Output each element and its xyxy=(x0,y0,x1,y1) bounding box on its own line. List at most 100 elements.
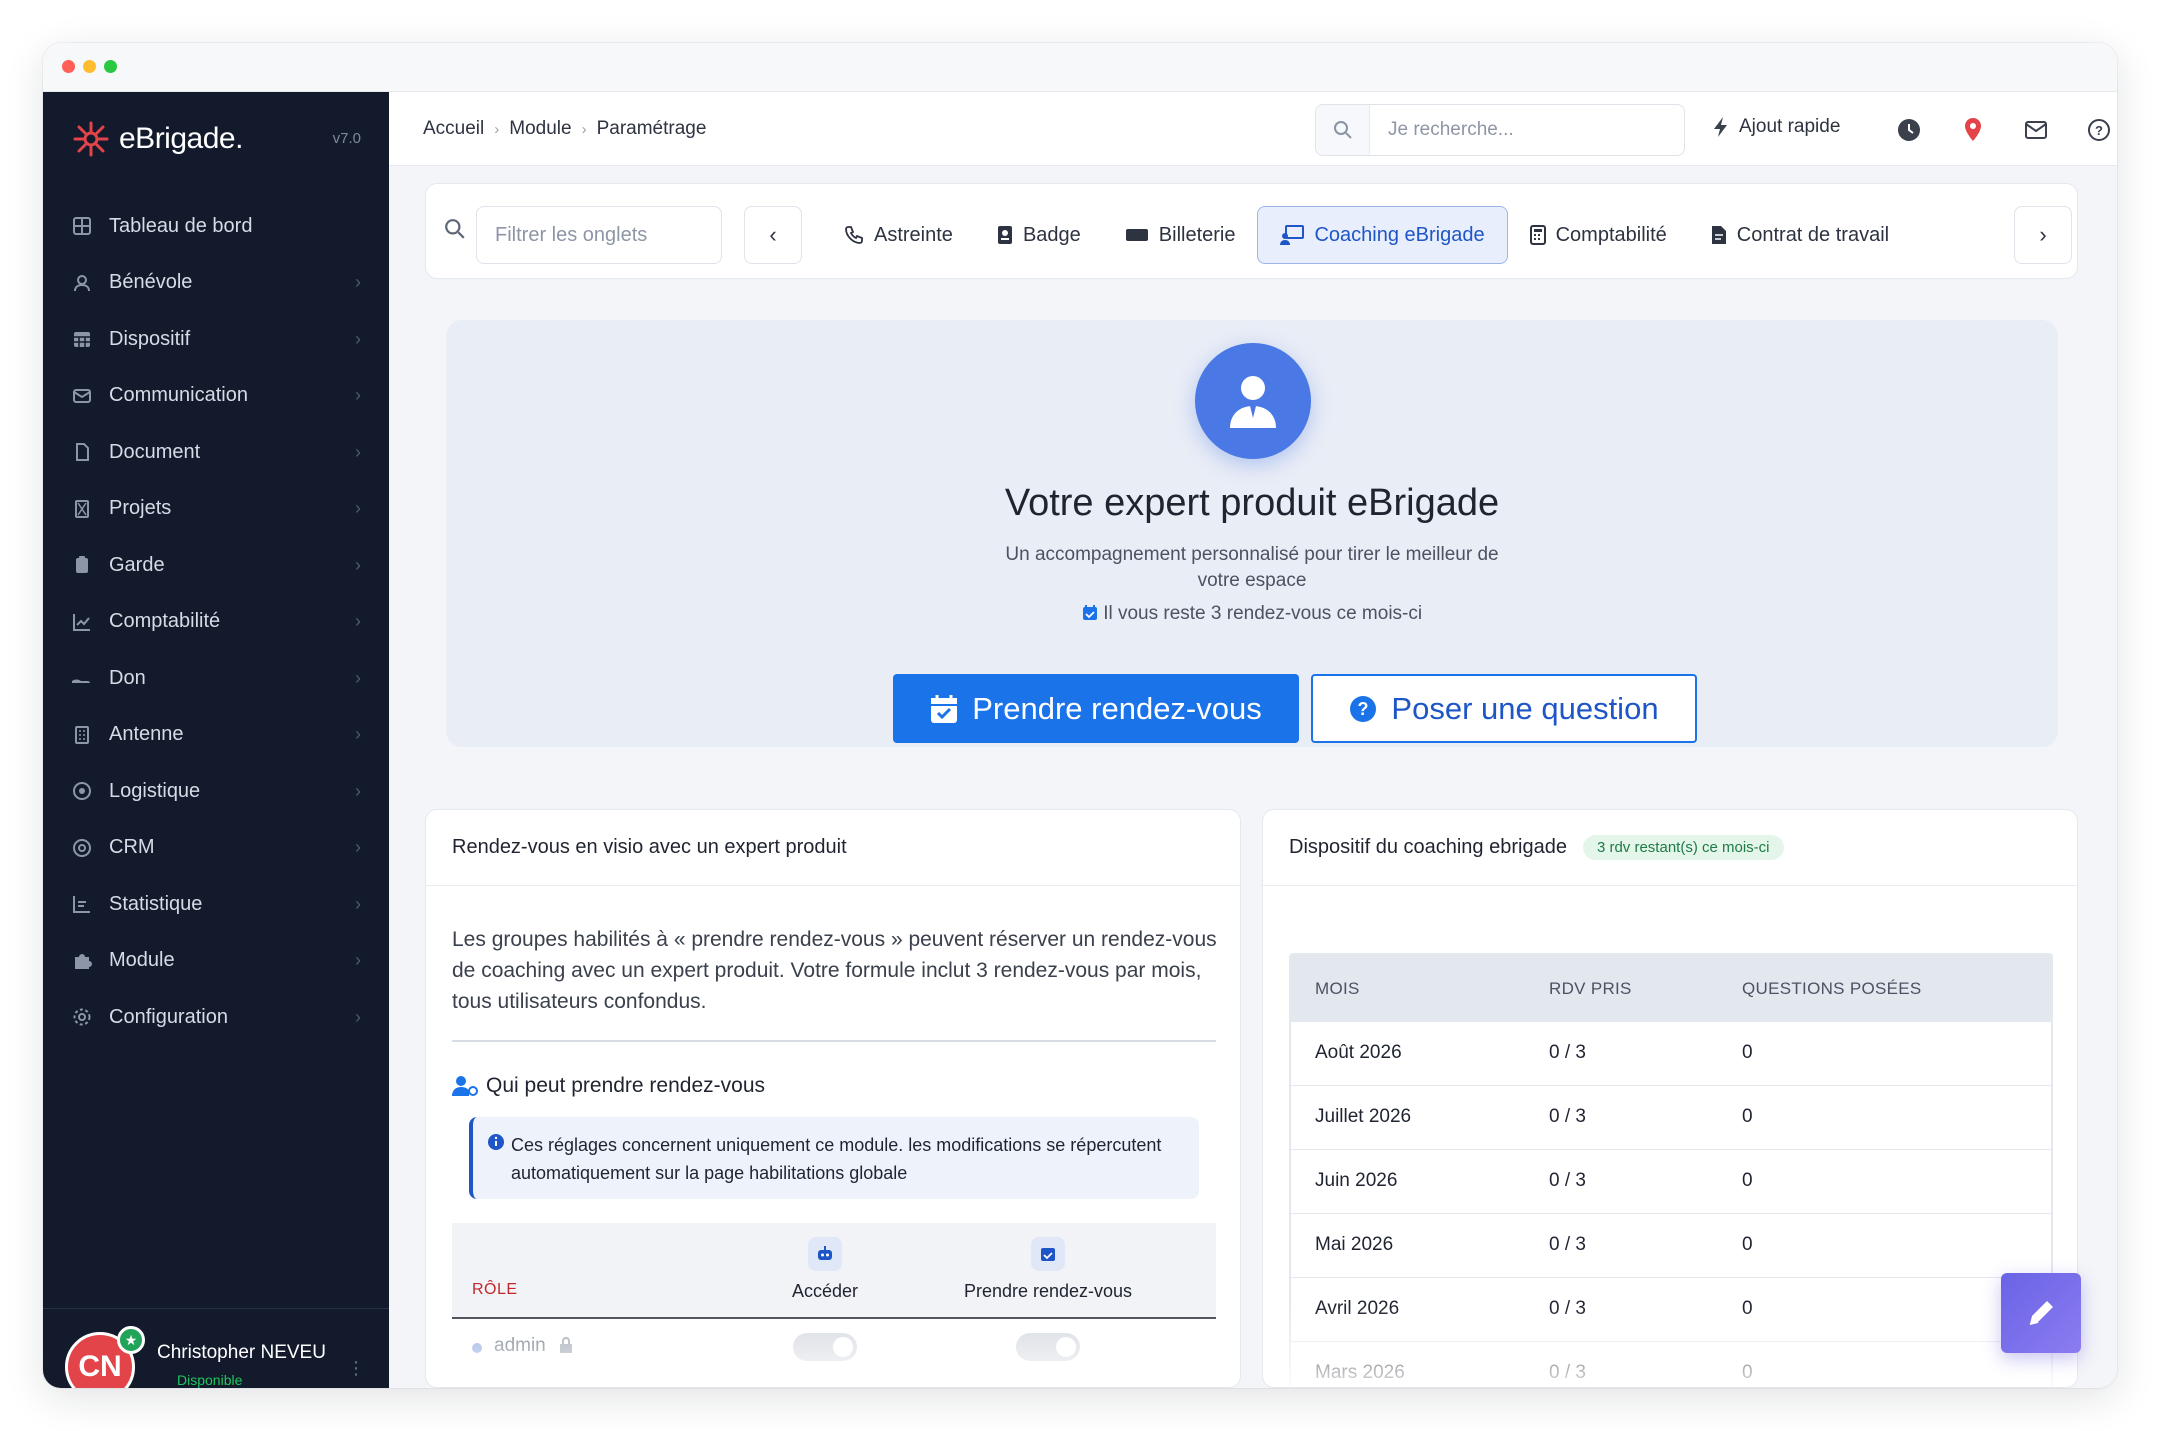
quick-add-button[interactable]: Ajout rapide xyxy=(1711,116,1840,138)
edit-fab-button[interactable] xyxy=(2001,1273,2081,1353)
chevron-right-icon: › xyxy=(2039,222,2047,247)
clock-icon[interactable] xyxy=(1895,116,1923,144)
sidebar-item-logistique[interactable]: Logistique › xyxy=(43,763,389,820)
tab-label: Coaching eBrigade xyxy=(1314,223,1485,246)
sidebar-item-benevole[interactable]: Bénévole › xyxy=(43,255,389,312)
question-circle-icon: ? xyxy=(1350,695,1377,722)
sidebar: eBrigade. v7.0 Tableau de bord Bénévole … xyxy=(43,92,389,1388)
search-input[interactable] xyxy=(1370,105,1684,155)
remaining-badge: 3 rdv restant(s) ce mois-ci xyxy=(1582,835,1784,860)
role-column-header: RÔLE xyxy=(472,1281,518,1298)
sidebar-item-dispositif[interactable]: Dispositif › xyxy=(43,311,389,368)
sidebar-item-projets[interactable]: Projets › xyxy=(43,481,389,538)
sidebar-item-communication[interactable]: Communication › xyxy=(43,368,389,425)
tab-contrat-de-travail[interactable]: Contrat de travail xyxy=(1689,206,1911,264)
tab-label: Billeterie xyxy=(1158,223,1236,246)
questions-cell: 0 xyxy=(1742,1234,1753,1255)
breadcrumb-separator-icon: › xyxy=(494,120,500,138)
star-icon: ★ xyxy=(117,1326,145,1354)
sidebar-item-statistique[interactable]: Statistique › xyxy=(43,876,389,933)
rdv-cell: 0 / 3 xyxy=(1549,1042,1586,1063)
tab-label: Astreinte xyxy=(874,223,953,246)
questions-cell: 0 xyxy=(1742,1106,1753,1127)
tab-badge[interactable]: Badge xyxy=(975,206,1103,264)
chevron-right-icon: › xyxy=(355,328,361,349)
breadcrumb-item-accueil[interactable]: Accueil xyxy=(423,118,484,140)
calendar-check-icon xyxy=(1082,605,1097,620)
questions-column-header: QUESTIONS POSÉES xyxy=(1742,979,1922,998)
mail-icon[interactable] xyxy=(2022,116,2050,144)
badge-icon xyxy=(997,225,1013,245)
sidebar-item-document[interactable]: Document › xyxy=(43,424,389,481)
month-cell: Juillet 2026 xyxy=(1315,1106,1412,1127)
chalkboard-user-icon xyxy=(1280,225,1305,245)
more-vertical-icon[interactable]: ⋮ xyxy=(347,1358,365,1379)
minimize-window-button[interactable] xyxy=(83,60,96,73)
table-row: Mars 2026 0 / 3 0 xyxy=(1291,1341,2051,1387)
usage-table: MOIS RDV PRIS QUESTIONS POSÉES Août 2026… xyxy=(1289,953,2053,1387)
scroll-tabs-right-button[interactable]: › xyxy=(2014,206,2072,264)
gear-icon xyxy=(71,1006,93,1028)
who-can-book-title: Qui peut prendre rendez-vous xyxy=(452,1074,765,1098)
book-appointment-button[interactable]: Prendre rendez-vous xyxy=(893,674,1299,743)
rdv-cell: 0 / 3 xyxy=(1549,1234,1586,1255)
breadcrumb-item-module[interactable]: Module xyxy=(509,118,571,140)
info-note-text: Ces réglages concernent uniquement ce mo… xyxy=(511,1135,1162,1183)
at-icon xyxy=(71,837,93,859)
app-logo[interactable]: eBrigade. xyxy=(71,117,243,161)
calendar-grid-icon xyxy=(71,328,93,350)
sidebar-item-don[interactable]: Don › xyxy=(43,650,389,707)
book-appointment-label: Prendre rendez-vous xyxy=(972,690,1262,726)
chevron-left-icon: ‹ xyxy=(769,222,777,247)
sidebar-item-garde[interactable]: Garde › xyxy=(43,537,389,594)
card-description: Les groupes habilités à « prendre rendez… xyxy=(452,928,1217,1013)
user-profile[interactable]: CN ★ Christopher NEVEU Disponible ⋮ xyxy=(65,1326,365,1388)
access-toggle[interactable] xyxy=(793,1333,857,1361)
book-toggle[interactable] xyxy=(1016,1333,1080,1361)
chevron-right-icon: › xyxy=(355,441,361,462)
sidebar-item-tableau-de-bord[interactable]: Tableau de bord xyxy=(43,198,389,255)
sidebar-item-comptabilite[interactable]: Comptabilité › xyxy=(43,594,389,651)
tab-billeterie[interactable]: Billeterie xyxy=(1103,206,1258,264)
clipboard-icon xyxy=(71,554,93,576)
sidebar-item-label: Tableau de bord xyxy=(109,214,253,237)
calendar-check-icon xyxy=(931,694,958,723)
svg-text:?: ? xyxy=(1358,699,1369,719)
tab-comptabilite[interactable]: Comptabilité xyxy=(1508,206,1689,264)
calendar-check-icon xyxy=(1031,1237,1065,1271)
chevron-right-icon: › xyxy=(355,611,361,632)
roles-table-header: RÔLE Accéder Prendre rendez-vous xyxy=(452,1223,1216,1319)
map-pin-icon[interactable] xyxy=(1959,116,1987,144)
sidebar-item-configuration[interactable]: Configuration › xyxy=(43,989,389,1046)
chevron-right-icon: › xyxy=(355,498,361,519)
card-header: Dispositif du coaching ebrigade 3 rdv re… xyxy=(1263,810,2077,886)
tab-astreinte[interactable]: Astreinte xyxy=(822,206,975,264)
divider xyxy=(452,1040,1216,1042)
user-lock-icon xyxy=(452,1076,478,1096)
tab-label: Badge xyxy=(1022,223,1081,246)
tabs-list: Astreinte Badge Billeterie Coaching eBri… xyxy=(822,206,1911,264)
bolt-icon xyxy=(1714,117,1727,137)
sidebar-item-antenne[interactable]: Antenne › xyxy=(43,707,389,764)
filter-tabs-input[interactable] xyxy=(476,206,722,264)
hourglass-icon xyxy=(71,498,93,520)
chevron-right-icon: › xyxy=(355,780,361,801)
sidebar-item-label: Bénévole xyxy=(109,271,193,294)
sidebar-item-crm[interactable]: CRM › xyxy=(43,820,389,877)
scroll-tabs-left-button[interactable]: ‹ xyxy=(744,206,802,264)
sidebar-item-label: Projets xyxy=(109,497,172,520)
building-icon xyxy=(71,724,93,746)
table-row: Août 2026 0 / 3 0 xyxy=(1291,1021,2051,1085)
help-icon[interactable]: ? xyxy=(2085,116,2113,144)
sidebar-item-module[interactable]: Module › xyxy=(43,933,389,990)
ask-question-button[interactable]: ? Poser une question xyxy=(1311,674,1697,743)
puzzle-icon xyxy=(71,950,93,972)
file-contract-icon xyxy=(1711,225,1727,245)
tab-coaching-ebrigade[interactable]: Coaching eBrigade xyxy=(1257,206,1508,264)
chevron-right-icon: › xyxy=(355,554,361,575)
user-icon xyxy=(71,272,93,294)
maximize-window-button[interactable] xyxy=(104,60,117,73)
close-window-button[interactable] xyxy=(62,60,75,73)
chevron-right-icon: › xyxy=(355,385,361,406)
bar-chart-icon xyxy=(71,893,93,915)
